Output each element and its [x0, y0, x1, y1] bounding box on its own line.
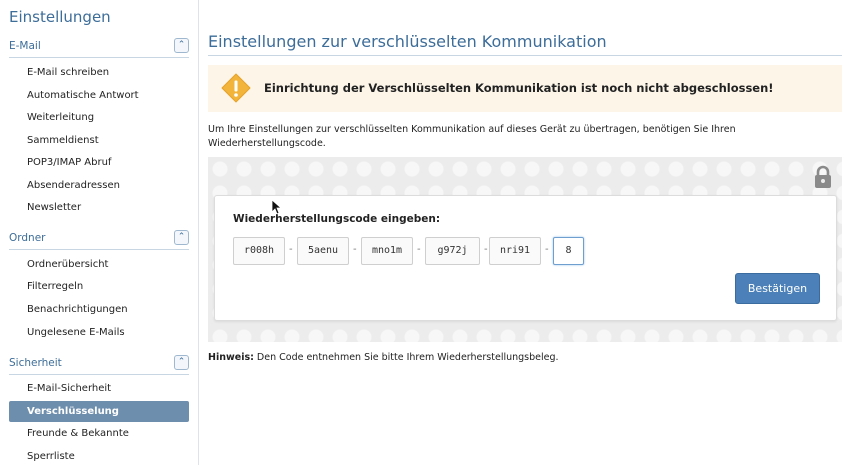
sidebar-item-filterregeln[interactable]: Filterregeln	[9, 276, 189, 297]
sidebar-item-absenderadressen[interactable]: Absenderadressen	[9, 175, 189, 196]
separator: -	[417, 244, 421, 255]
code-field-4[interactable]: g972j	[425, 237, 480, 265]
sidebar-item-sperrliste[interactable]: Sperrliste	[9, 446, 189, 465]
section-sicherheit-header[interactable]: Sicherheit ⌃	[9, 355, 189, 375]
sidebar-item-automatische-antwort[interactable]: Automatische Antwort	[9, 85, 189, 106]
section-label: E-Mail	[9, 40, 41, 52]
sidebar-item-pop3-imap[interactable]: POP3/IMAP Abruf	[9, 152, 189, 173]
recovery-code-label: Wiederherstellungscode eingeben:	[233, 213, 441, 225]
hint-text: Hinweis: Den Code entnehmen Sie bitte Ih…	[208, 352, 559, 363]
separator: -	[545, 244, 549, 255]
double-chevron-up-icon[interactable]: ⌃	[174, 38, 189, 53]
sidebar-title: Einstellungen	[9, 8, 111, 26]
double-chevron-up-icon[interactable]: ⌃	[174, 355, 189, 370]
code-field-3[interactable]: mno1m	[361, 237, 413, 265]
separator: -	[353, 244, 357, 255]
code-field-2[interactable]: 5aenu	[297, 237, 349, 265]
section-ordner-header[interactable]: Ordner ⌃	[9, 230, 189, 250]
hint-label: Hinweis:	[208, 352, 254, 363]
padlock-icon	[815, 165, 831, 188]
sidebar-item-verschluesselung[interactable]: Verschlüsselung	[9, 401, 189, 422]
sidebar-item-benachrichtigungen[interactable]: Benachrichtigungen	[9, 299, 189, 320]
separator: -	[289, 244, 293, 255]
hint-body: Den Code entnehmen Sie bitte Ihrem Wiede…	[253, 352, 559, 363]
sidebar-item-email-sicherheit[interactable]: E-Mail-Sicherheit	[9, 378, 189, 399]
recovery-code-card: Wiederherstellungscode eingeben: r008h -…	[214, 195, 837, 321]
section-email-header[interactable]: E-Mail ⌃	[9, 38, 189, 58]
code-field-6[interactable]: 8	[553, 237, 584, 265]
sidebar-item-weiterleitung[interactable]: Weiterleitung	[9, 107, 189, 128]
mouse-cursor-icon	[271, 199, 281, 215]
sidebar-item-freunde-bekannte[interactable]: Freunde & Bekannte	[9, 423, 189, 444]
code-field-1[interactable]: r008h	[233, 237, 285, 265]
sidebar-item-newsletter[interactable]: Newsletter	[9, 197, 189, 218]
double-chevron-up-icon[interactable]: ⌃	[174, 230, 189, 245]
section-label: Ordner	[9, 232, 46, 244]
section-label: Sicherheit	[9, 357, 62, 369]
warning-icon	[221, 73, 251, 103]
sidebar: Einstellungen E-Mail ⌃ E-Mail schreiben …	[0, 0, 199, 465]
warning-alert: Einrichtung der Verschlüsselten Kommunik…	[208, 65, 842, 112]
sidebar-item-ungelesene-emails[interactable]: Ungelesene E-Mails	[9, 322, 189, 343]
code-field-5[interactable]: nri91	[489, 237, 541, 265]
alert-text: Einrichtung der Verschlüsselten Kommunik…	[264, 81, 774, 95]
sidebar-item-sammeldienst[interactable]: Sammeldienst	[9, 130, 189, 151]
sidebar-item-email-schreiben[interactable]: E-Mail schreiben	[9, 62, 189, 83]
confirm-button[interactable]: Bestätigen	[735, 273, 820, 304]
intro-text: Um Ihre Einstellungen zur verschlüsselte…	[208, 124, 736, 149]
separator: -	[484, 244, 488, 255]
sidebar-item-ordneruebersicht[interactable]: Ordnerübersicht	[9, 254, 189, 275]
page-title: Einstellungen zur verschlüsselten Kommun…	[208, 32, 842, 56]
